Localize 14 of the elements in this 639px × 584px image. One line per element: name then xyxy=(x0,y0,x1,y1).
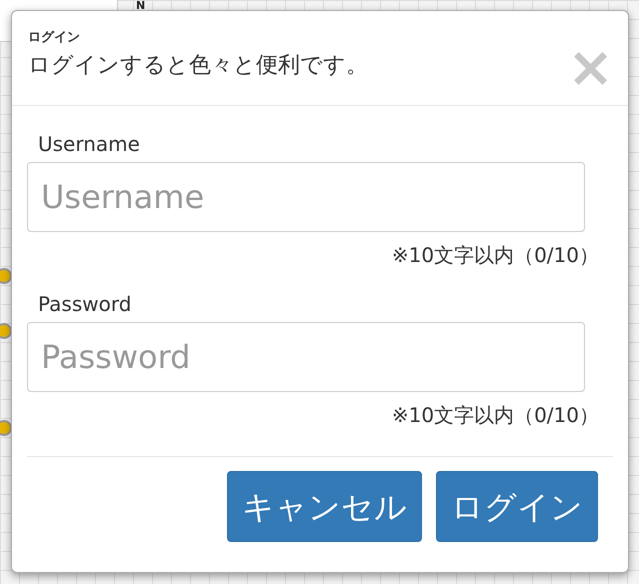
dialog-title: ログインすると色々と便利です。 xyxy=(28,52,369,80)
field-label: Password xyxy=(38,291,132,318)
character-limit-hint: ※10文字以内（0/10） xyxy=(392,242,599,269)
background-label: N xyxy=(136,0,146,12)
marker-icon xyxy=(0,323,12,339)
field-label: Username xyxy=(38,131,141,158)
marker-icon xyxy=(0,268,12,284)
text-field[interactable]: Password xyxy=(27,322,585,392)
cancel-button[interactable]: キャンセル xyxy=(227,471,422,542)
text-field[interactable]: Username xyxy=(27,162,585,232)
dialog-subtitle: ログイン xyxy=(28,29,81,47)
login-button[interactable]: ログイン xyxy=(436,471,598,542)
marker-icon xyxy=(0,420,12,436)
character-limit-hint: ※10文字以内（0/10） xyxy=(392,402,599,429)
